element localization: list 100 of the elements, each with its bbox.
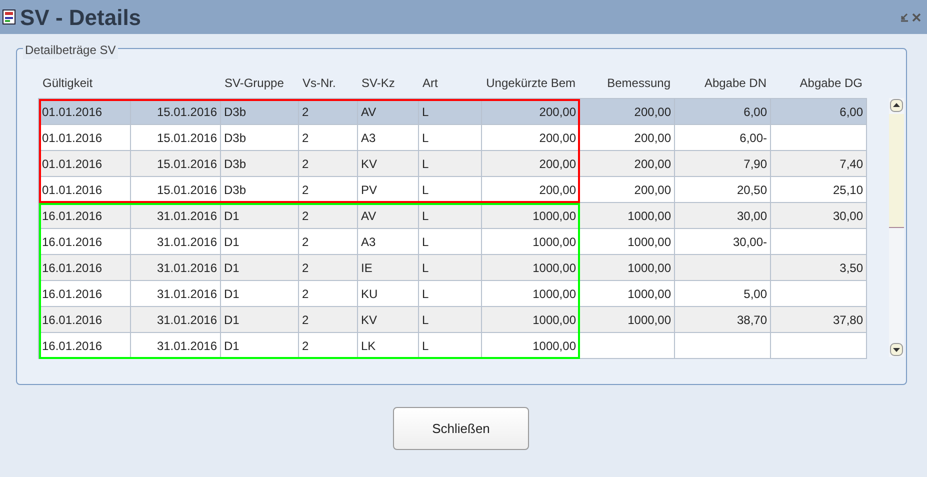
table-cell: 25,10 [832, 182, 863, 196]
table-cell: 2 [302, 338, 309, 352]
window-title: SV - Details [20, 4, 142, 32]
table-cell: 31.01.2016 [156, 312, 217, 326]
table-cell: 1000,00 [628, 286, 671, 300]
table-cell: 37,80 [832, 312, 863, 326]
table-cell: 6,00- [740, 130, 767, 144]
table-cell: 2 [302, 208, 309, 222]
table-cell: 20,50 [736, 182, 767, 196]
table-row[interactable]: 16.01.2016 31.01.2016 D1 2 LK L 1000,00 [38, 332, 866, 358]
table-cell: 16.01.2016 [42, 286, 102, 300]
column-header[interactable]: Abgabe DN [704, 76, 766, 90]
table-cell: KV [361, 312, 378, 326]
table-cell: 16.01.2016 [42, 234, 102, 248]
table-row[interactable]: 16.01.2016 31.01.2016 D1 2 A3 L 1000,00 1000,00 30,00- [38, 228, 866, 254]
table-cell: L [422, 260, 429, 274]
table-cell: 15.01.2016 [156, 104, 217, 118]
table-row[interactable]: 16.01.2016 31.01.2016 D1 2 IE L 1000,00 1000,00 3,50 [38, 254, 866, 280]
table-cell: 200,00 [634, 130, 671, 144]
table-cell: D1 [224, 286, 240, 300]
table-cell: 2 [302, 234, 309, 248]
table-row[interactable]: 01.01.2016 15.01.2016 D3b 2 KV L 200,00 200,00 7,90 7,40 [38, 150, 866, 176]
table-cell: 200,00 [539, 104, 576, 118]
scroll-up-icon[interactable] [890, 99, 903, 112]
table-cell: 1000,00 [628, 208, 671, 222]
table-row[interactable]: 16.01.2016 31.01.2016 D1 2 AV L 1000,00 1000,00 30,00 30,00 [38, 202, 866, 228]
table-cell: D1 [224, 208, 240, 222]
table-cell: 1000,00 [532, 286, 576, 300]
table-cell: D1 [224, 260, 240, 274]
table-cell: 16.01.2016 [42, 208, 102, 222]
table-cell: D1 [224, 234, 240, 248]
table-cell: KU [361, 286, 378, 300]
table-cell: AV [361, 104, 376, 118]
table-cell: 200,00 [539, 182, 576, 196]
table-cell: 200,00 [634, 156, 671, 170]
close-button[interactable]: Schließen [393, 407, 529, 450]
table-cell: 16.01.2016 [42, 312, 102, 326]
table-cell: 30,00 [832, 208, 863, 222]
table-cell: 01.01.2016 [42, 182, 102, 196]
table-cell: 7,40 [840, 156, 863, 170]
table-cell: 3,50 [840, 260, 863, 274]
table-cell: L [422, 286, 429, 300]
table-cell: 1000,00 [628, 234, 671, 248]
table-cell: 1000,00 [628, 260, 671, 274]
table-cell: 01.01.2016 [42, 104, 102, 118]
table-cell: A3 [361, 130, 376, 144]
table-row[interactable]: 16.01.2016 31.01.2016 D1 2 KV L 1000,00 1000,00 38,70 37,80 [38, 306, 866, 332]
table-cell: L [422, 182, 429, 196]
table-cell: L [422, 234, 429, 248]
table-cell: 1000,00 [628, 312, 671, 326]
table-cell: IE [361, 260, 372, 274]
table-cell: D1 [224, 338, 240, 352]
table-cell: 200,00 [634, 182, 671, 196]
table-cell: D1 [224, 312, 240, 326]
scrollbar[interactable] [889, 98, 904, 357]
table-row[interactable]: 01.01.2016 15.01.2016 D3b 2 A3 L 200,00 200,00 6,00- [38, 124, 866, 150]
table-cell: 31.01.2016 [156, 208, 217, 222]
table-cell: 16.01.2016 [42, 338, 102, 352]
table-cell: 2 [302, 260, 309, 274]
table-cell: 31.01.2016 [156, 234, 217, 248]
table-cell: 2 [302, 182, 309, 196]
table-row[interactable]: 16.01.2016 31.01.2016 D1 2 KU L 1000,00 1000,00 5,00 [38, 280, 866, 306]
table-cell: 1000,00 [532, 312, 576, 326]
table-cell: 1000,00 [532, 338, 576, 352]
table-cell: 30,00- [732, 234, 767, 248]
scroll-thumb[interactable] [889, 114, 904, 228]
column-header[interactable]: Vs-Nr. [302, 76, 336, 90]
table-cell: 15.01.2016 [156, 182, 217, 196]
table-cell: 2 [302, 130, 309, 144]
column-header[interactable]: SV-Gruppe [224, 76, 284, 90]
column-header[interactable]: Ungekürzte Bem [486, 76, 576, 90]
table-cell: 30,00 [736, 208, 767, 222]
table-cell: 200,00 [539, 130, 576, 144]
table-cell: 6,00 [840, 104, 863, 118]
table-cell: 01.01.2016 [42, 156, 102, 170]
table-cell: AV [361, 208, 376, 222]
table-cell: 31.01.2016 [156, 338, 217, 352]
column-header[interactable]: Abgabe DG [800, 76, 862, 90]
table-cell: KV [361, 156, 378, 170]
column-header[interactable]: Art [422, 76, 438, 90]
table-cell: 38,70 [736, 312, 767, 326]
table-row[interactable]: 01.01.2016 15.01.2016 D3b 2 AV L 200,00 200,00 6,00 6,00 [38, 98, 866, 124]
column-header[interactable]: SV-Kz [362, 76, 395, 90]
table-cell: D3b [224, 182, 246, 196]
table-cell: D3b [224, 156, 246, 170]
table-cell: 15.01.2016 [156, 156, 217, 170]
column-header[interactable]: Bemessung [607, 76, 670, 90]
table-cell: LK [361, 338, 376, 352]
table-cell: 15.01.2016 [156, 130, 217, 144]
table-cell: 2 [302, 104, 309, 118]
table-cell: PV [361, 182, 378, 196]
close-icon[interactable] [912, 12, 921, 22]
table-cell: 200,00 [539, 156, 576, 170]
column-header[interactable]: Gültigkeit [42, 76, 93, 90]
table-cell: L [422, 104, 429, 118]
table-cell: 2 [302, 156, 309, 170]
table-row[interactable]: 01.01.2016 15.01.2016 D3b 2 PV L 200,00 200,00 20,50 25,10 [38, 176, 866, 202]
minimize-icon[interactable] [900, 12, 909, 22]
scroll-down-icon[interactable] [890, 343, 903, 356]
table-cell: L [422, 208, 429, 222]
